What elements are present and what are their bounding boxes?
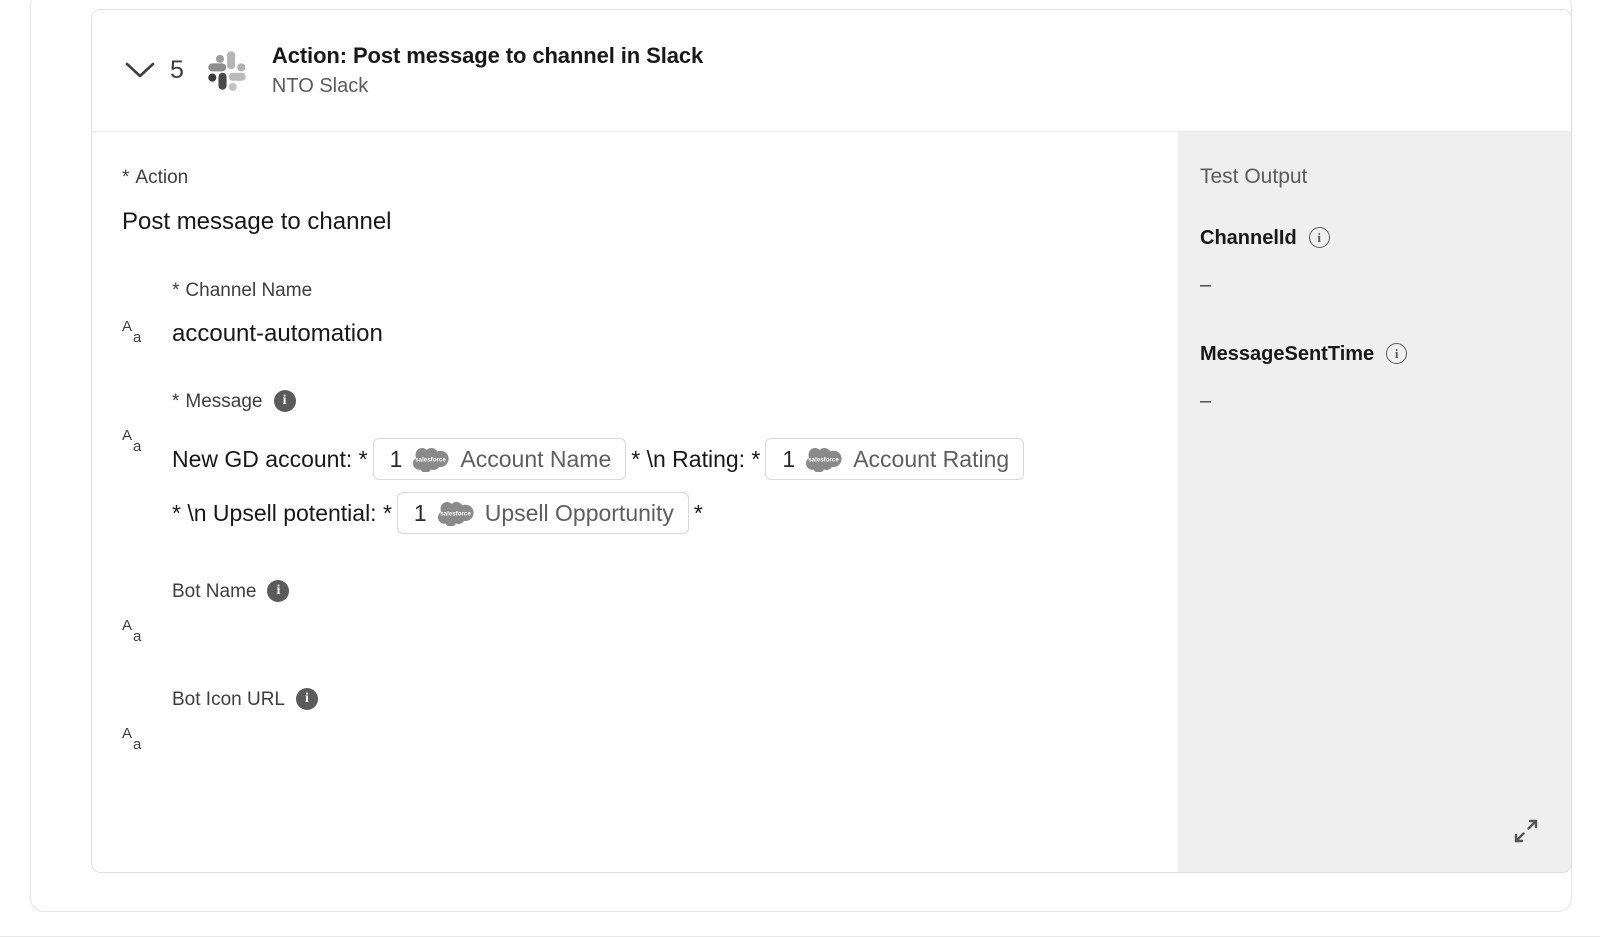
required-asterisk: * (172, 390, 180, 412)
info-filled-icon[interactable]: i (273, 390, 296, 413)
test-output-item-name: ChannelId i (1200, 227, 1571, 248)
merge-chip-index: 1 (413, 499, 427, 526)
field-bot-icon-url-label: Bot Icon URL i (172, 688, 1178, 711)
text-type-icon: A a (122, 390, 168, 456)
test-output-item: ChannelId i – (1200, 227, 1571, 295)
test-output-item-value: – (1200, 274, 1212, 296)
flow-canvas-wrapper: 5 Action: Post message to channel in Sla… (30, 0, 1572, 912)
text-type-icon: A a (122, 688, 168, 754)
merge-chip-label: Account Rating (853, 445, 1010, 472)
svg-text:a: a (133, 329, 142, 346)
action-form-pane: * Action Post message to channel A a * C… (92, 132, 1178, 872)
slack-logo-icon (208, 50, 246, 91)
salesforce-cloud-icon: salesforce (806, 448, 842, 473)
svg-text:A: A (122, 427, 132, 444)
field-channel-name-label: * Channel Name (172, 281, 1178, 300)
message-text-run: * \n Rating: * (631, 446, 761, 473)
svg-text:salesforce: salesforce (440, 511, 471, 518)
field-message-label: * Message i (172, 390, 1178, 413)
svg-text:A: A (122, 725, 132, 742)
salesforce-cloud-icon: salesforce (437, 502, 474, 527)
test-output-item-name: MessageSentTime i (1200, 343, 1571, 364)
info-outline-icon[interactable]: i (1386, 343, 1408, 364)
svg-text:a: a (133, 438, 142, 455)
message-text-run: * (693, 500, 703, 527)
field-bot-name-value[interactable] (172, 622, 1178, 650)
merge-field-chip[interactable]: 1 salesforce Account Name (372, 438, 627, 481)
svg-text:A: A (122, 318, 132, 335)
info-outline-icon[interactable]: i (1308, 227, 1330, 248)
card-body: * Action Post message to channel A a * C… (92, 132, 1571, 872)
test-output-pane: Test Output ChannelId i – MessageSentTime i – (1178, 132, 1571, 872)
svg-text:salesforce: salesforce (416, 457, 447, 464)
test-output-item-value: – (1200, 390, 1212, 412)
header-titles: Action: Post message to channel in Slack… (272, 42, 703, 99)
salesforce-cloud-icon: salesforce (413, 448, 449, 473)
field-bot-name: A a Bot Name i (122, 580, 1178, 650)
field-action: * Action Post message to channel (122, 168, 1178, 235)
svg-text:salesforce: salesforce (808, 457, 839, 464)
field-message: A a * Message i New GD account: * 1 salesf… (122, 390, 1178, 540)
test-output-title: Test Output (1200, 165, 1308, 188)
svg-text:a: a (133, 628, 142, 645)
label-text: Bot Name (172, 580, 257, 602)
text-type-icon: A a (122, 281, 168, 347)
label-text: Channel Name (185, 280, 313, 302)
svg-text:A: A (122, 617, 132, 634)
merge-chip-index: 1 (782, 445, 796, 472)
field-bot-name-label: Bot Name i (172, 580, 1178, 603)
card-header[interactable]: 5 Action: Post message to channel in Sla… (92, 10, 1571, 132)
field-channel-name: A a * Channel Name account-automation (122, 281, 1178, 348)
required-asterisk: * (172, 280, 180, 302)
expand-diagonal-icon[interactable] (1509, 814, 1543, 848)
label-text: Message (185, 390, 263, 412)
label-text: Action (135, 167, 189, 188)
step-number: 5 (170, 56, 184, 84)
info-filled-icon[interactable]: i (267, 580, 290, 603)
svg-text:a: a (133, 736, 142, 753)
merge-chip-index: 1 (389, 445, 403, 472)
chevron-down-icon[interactable] (120, 51, 160, 91)
field-channel-name-value[interactable]: account-automation (172, 320, 1178, 348)
text-type-icon: A a (122, 580, 168, 646)
field-action-label: * Action (122, 168, 1178, 187)
card-subtitle: NTO Slack (271, 74, 369, 97)
merge-chip-label: Account Name (460, 445, 612, 472)
flow-element-card: 5 Action: Post message to channel in Sla… (91, 9, 1572, 873)
message-text-run: * \n Upsell potential: * (172, 500, 392, 527)
merge-chip-label: Upsell Opportunity (484, 499, 674, 526)
test-output-item: MessageSentTime i – (1200, 343, 1571, 411)
test-output-list: ChannelId i – MessageSentTime i – (1200, 227, 1571, 411)
label-text: Bot Icon URL (172, 688, 285, 710)
label-text: MessageSentTime (1200, 342, 1375, 365)
merge-field-chip[interactable]: 1 salesforce Upsell Opportunity (396, 492, 689, 535)
field-bot-icon-url-value[interactable] (172, 730, 1178, 758)
label-text: ChannelId (1200, 226, 1297, 249)
message-rich-text-input[interactable]: New GD account: * 1 salesforce Account Name… (172, 432, 1102, 540)
field-action-value[interactable]: Post message to channel (122, 208, 1178, 235)
required-asterisk: * (122, 167, 130, 188)
merge-field-chip[interactable]: 1 salesforce Account Rating (765, 438, 1025, 481)
info-filled-icon[interactable]: i (296, 688, 318, 711)
card-title: Action: Post message to channel in Slack (271, 43, 704, 69)
message-text-run: New GD account: * (172, 446, 368, 473)
field-bot-icon-url: A a Bot Icon URL i (122, 688, 1178, 758)
